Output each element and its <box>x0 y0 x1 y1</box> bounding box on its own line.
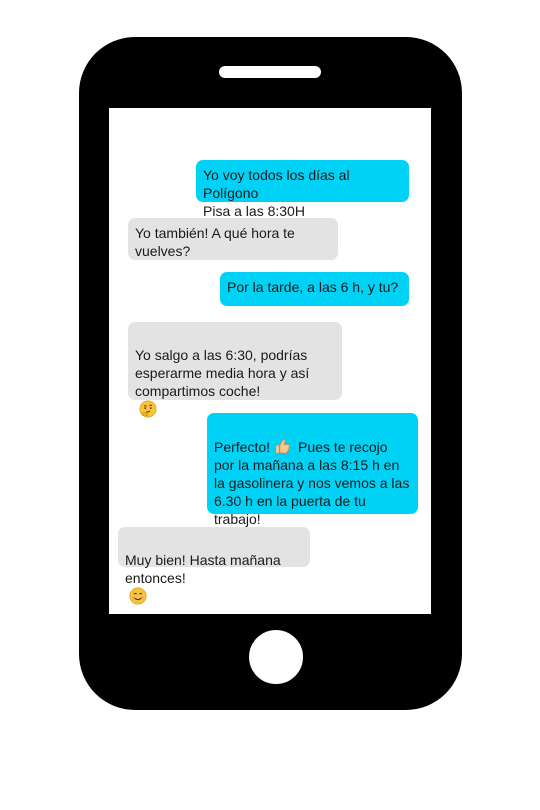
received-message: Yo también! A qué hora te vuelves? <box>128 218 338 260</box>
thinking-face-icon <box>139 400 157 418</box>
thumbs-up-icon <box>275 439 290 454</box>
received-message: Yo salgo a las 6:30, podrías esperarme m… <box>128 322 342 418</box>
sent-message: Por la tarde, a las 6 h, y tu? <box>220 272 409 306</box>
phone-speaker <box>219 66 321 78</box>
smiling-face-icon <box>129 587 147 605</box>
message-text: Perfecto! <box>214 439 271 455</box>
sent-message: Perfecto! Pues te recojo por la mañana a… <box>207 413 418 527</box>
sent-message: Yo voy todos los días al Polígono Pisa a… <box>196 160 409 219</box>
home-button[interactable] <box>246 627 306 687</box>
received-message: Muy bien! Hasta mañana entonces! <box>118 527 310 605</box>
message-text: Yo salgo a las 6:30, podrías esperarme m… <box>135 347 310 399</box>
